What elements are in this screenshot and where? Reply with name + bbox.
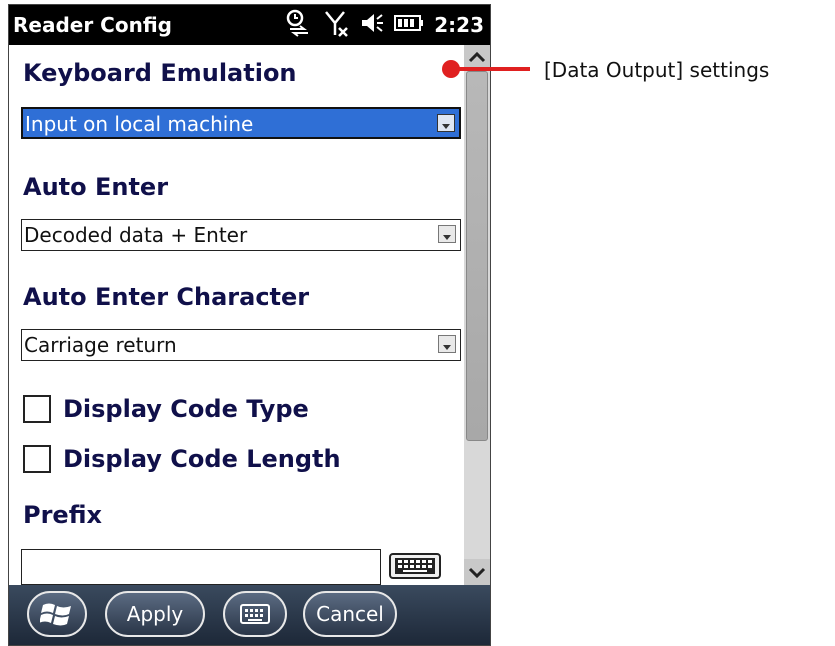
speaker-icon (360, 11, 384, 39)
clock: 2:23 (434, 13, 484, 37)
keyboard-toggle-button[interactable] (223, 591, 287, 637)
keyboard-emulation-select[interactable]: Input on local machine (21, 107, 461, 139)
prefix-heading: Prefix (23, 501, 102, 529)
status-icons: 2:23 (284, 9, 484, 41)
app-title: Reader Config (13, 13, 172, 37)
auto-enter-value: Decoded data + Enter (24, 223, 248, 247)
scroll-thumb[interactable] (466, 71, 488, 441)
dropdown-arrow-icon[interactable] (438, 335, 456, 353)
auto-enter-heading: Auto Enter (23, 173, 169, 201)
scroll-down-icon[interactable] (464, 559, 490, 585)
sync-icon (284, 9, 314, 41)
title-bar: Reader Config 2:23 (9, 5, 490, 45)
display-code-length-label[interactable]: Display Code Length (63, 445, 341, 473)
callout-label: [Data Output] settings (544, 58, 770, 82)
prefix-input[interactable] (21, 549, 381, 585)
start-button[interactable] (27, 591, 87, 637)
device-screen: Reader Config 2:23 Keyboard Emulation In… (8, 4, 491, 646)
keyboard-icon[interactable] (389, 553, 441, 579)
display-code-type-label[interactable]: Display Code Type (63, 395, 309, 423)
apply-button[interactable]: Apply (105, 591, 205, 637)
auto-enter-character-value: Carriage return (24, 333, 177, 357)
callout-line (452, 67, 530, 71)
keyboard-icon (240, 604, 270, 624)
display-code-type-checkbox[interactable] (23, 395, 51, 423)
settings-form: Keyboard Emulation Input on local machin… (9, 45, 464, 585)
soft-key-bar: Apply Cancel (9, 585, 490, 645)
vertical-scrollbar[interactable] (464, 45, 490, 585)
cancel-button[interactable]: Cancel (303, 591, 397, 637)
no-signal-icon (324, 9, 350, 41)
keyboard-emulation-heading: Keyboard Emulation (23, 59, 297, 87)
dropdown-arrow-icon[interactable] (437, 114, 455, 132)
callout-dot (442, 60, 460, 78)
keyboard-emulation-value: Input on local machine (25, 112, 254, 136)
dropdown-arrow-icon[interactable] (438, 225, 456, 243)
windows-logo-icon (40, 603, 71, 626)
auto-enter-character-select[interactable]: Carriage return (21, 329, 461, 361)
display-code-length-checkbox[interactable] (23, 445, 51, 473)
battery-icon (394, 14, 424, 36)
auto-enter-character-heading: Auto Enter Character (23, 283, 310, 311)
auto-enter-select[interactable]: Decoded data + Enter (21, 219, 461, 251)
